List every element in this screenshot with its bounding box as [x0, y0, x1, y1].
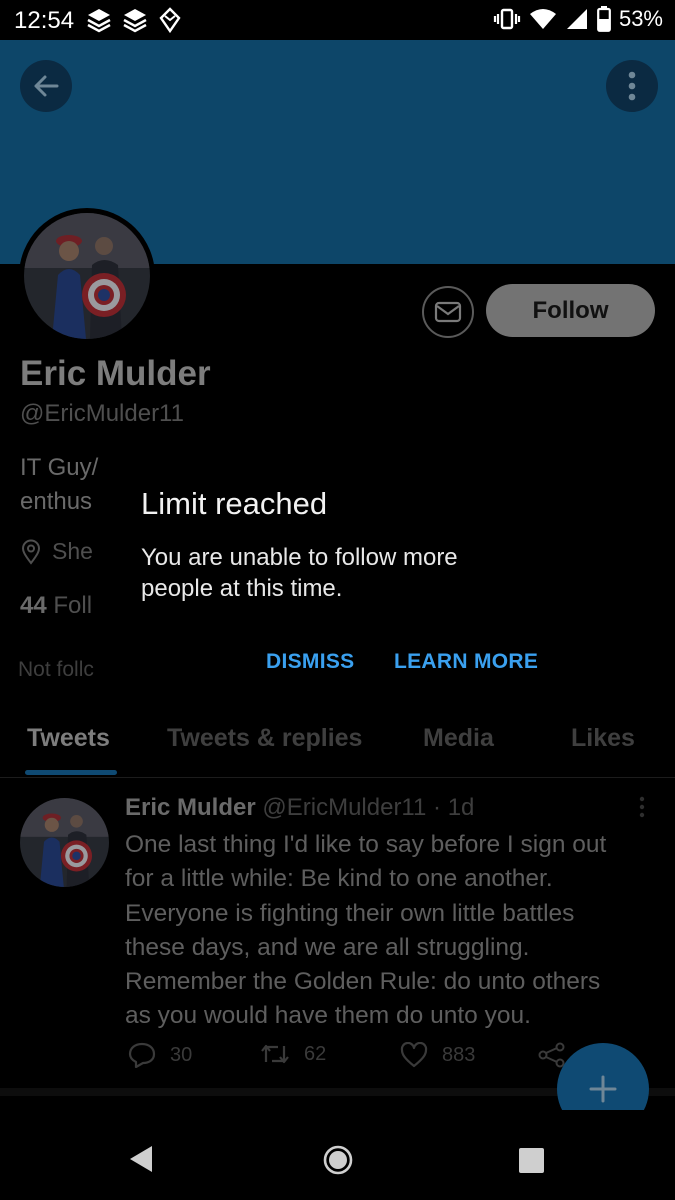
- follow-button[interactable]: Follow: [486, 284, 655, 337]
- arrow-left-icon: [34, 75, 59, 97]
- dialog-message: You are unable to follow more people at …: [141, 542, 541, 604]
- tab-media[interactable]: Media: [423, 724, 494, 753]
- tweet-text-line: Remember the Golden Rule: do unto others: [125, 968, 601, 996]
- tweet-header: Eric Mulder @EricMulder11 · 1d: [125, 794, 474, 822]
- tweet-more-button[interactable]: [639, 796, 645, 823]
- more-options-button[interactable]: [606, 60, 658, 112]
- profile-name: Eric Mulder: [20, 354, 211, 393]
- more-vertical-icon: [639, 796, 645, 818]
- heart-icon: [400, 1042, 428, 1068]
- tweet-actions: 30 62 883: [128, 1042, 568, 1072]
- retweet-button[interactable]: 62: [260, 1042, 326, 1066]
- profile-handle: @EricMulder11: [20, 400, 184, 427]
- tweet-author-handle: @EricMulder11: [262, 794, 427, 821]
- more-vertical-icon: [628, 71, 636, 101]
- tweet-text-line: as you would have them do unto you.: [125, 1002, 531, 1030]
- profile-tabs: Tweets Tweets & replies Media Likes: [0, 716, 675, 778]
- back-button[interactable]: [20, 60, 72, 112]
- tweet-text-line: for a little while: Be kind to one anoth…: [125, 865, 553, 893]
- location-text: She: [52, 538, 93, 564]
- dialog-message-line: people at this time.: [141, 575, 343, 602]
- system-navigation-bar: [0, 1110, 675, 1200]
- tweet-timestamp: 1d: [447, 794, 475, 821]
- avatar-image: [24, 213, 150, 339]
- diamond-icon: [159, 7, 181, 34]
- layers-icon: [87, 9, 111, 33]
- like-count: 883: [442, 1043, 476, 1066]
- share-icon: [538, 1042, 565, 1068]
- bio-line: IT Guy/: [20, 454, 99, 481]
- following-count[interactable]: 44 Foll: [20, 592, 92, 620]
- not-followed-text: Not follc: [18, 658, 94, 681]
- share-button[interactable]: [538, 1042, 566, 1068]
- tweet-text: One last thing I'd like to say before I …: [125, 828, 655, 1034]
- location-row: She: [20, 538, 93, 565]
- plus-icon: [589, 1075, 617, 1103]
- tweet-text-line: these days, and we are all struggling.: [125, 933, 530, 961]
- signal-icon: [566, 9, 587, 29]
- status-bar: 12:54 53%: [0, 0, 675, 40]
- notification-icons: [86, 6, 182, 34]
- battery-icon: [597, 6, 611, 32]
- tab-tweets-and-replies[interactable]: Tweets & replies: [167, 724, 362, 753]
- battery-percent: 53%: [618, 6, 663, 31]
- status-time: 12:54: [14, 7, 75, 34]
- reply-count: 30: [170, 1043, 193, 1066]
- reply-icon: [128, 1042, 156, 1068]
- dismiss-button[interactable]: DISMISS: [266, 650, 354, 674]
- wifi-icon: [529, 9, 556, 29]
- following-number: 44: [20, 592, 47, 619]
- dialog-message-line: You are unable to follow more: [141, 544, 458, 571]
- layers-icon: [123, 9, 147, 33]
- like-button[interactable]: 883: [400, 1042, 475, 1068]
- tab-tweets[interactable]: Tweets: [27, 724, 110, 753]
- message-button[interactable]: [422, 286, 474, 338]
- limit-reached-dialog: Limit reached You are unable to follow m…: [104, 456, 572, 710]
- tab-likes[interactable]: Likes: [571, 724, 635, 753]
- tweet-separator: ·: [433, 794, 442, 821]
- retweet-icon: [261, 1044, 289, 1064]
- reply-button[interactable]: 30: [128, 1042, 192, 1068]
- vibrate-icon: [493, 8, 521, 30]
- avatar-image: [20, 798, 109, 887]
- tweet[interactable]: Eric Mulder @EricMulder11 · 1d One last …: [0, 780, 675, 1096]
- nav-home-icon[interactable]: [322, 1144, 354, 1176]
- bio-line: enthus: [20, 488, 93, 515]
- tweet-text-line: One last thing I'd like to say before I …: [125, 831, 607, 858]
- location-pin-icon: [21, 539, 41, 565]
- mail-icon: [434, 301, 462, 323]
- system-icons: 53%: [493, 6, 663, 32]
- dialog-title: Limit reached: [141, 486, 328, 521]
- learn-more-button[interactable]: LEARN MORE: [394, 650, 538, 674]
- following-label: Foll: [53, 592, 93, 619]
- profile-avatar[interactable]: [19, 208, 155, 344]
- tweet-author-name[interactable]: Eric Mulder: [125, 794, 256, 821]
- retweet-count: 62: [304, 1042, 327, 1065]
- nav-recents-icon[interactable]: [519, 1148, 544, 1173]
- tweet-avatar[interactable]: [20, 798, 109, 887]
- active-tab-indicator: [25, 770, 117, 775]
- nav-back-icon[interactable]: [128, 1144, 154, 1174]
- tweet-text-line: Everyone is fighting their own little ba…: [125, 899, 575, 927]
